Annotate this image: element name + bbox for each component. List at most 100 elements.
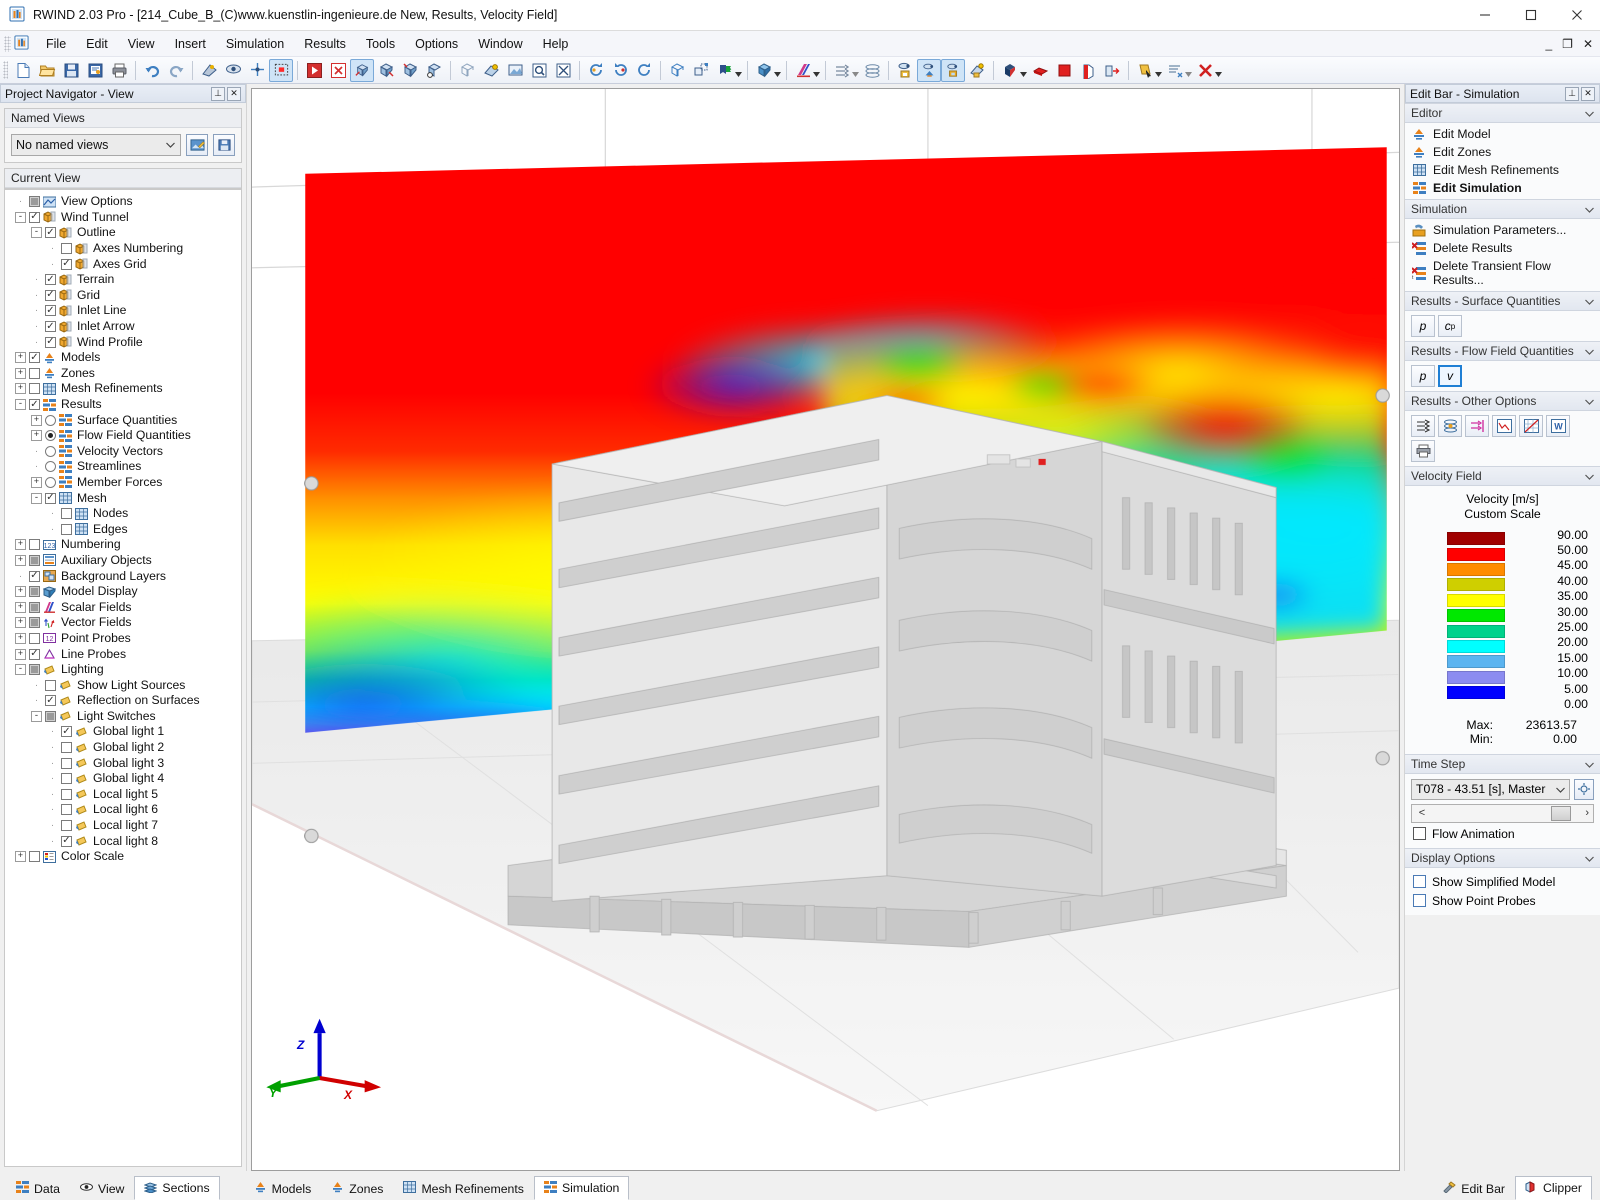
tree-checkbox[interactable]	[61, 788, 72, 800]
slider-thumb[interactable]	[1551, 805, 1571, 821]
tab-view[interactable]: View	[70, 1176, 134, 1200]
time-step-section-header[interactable]: Time Step	[1405, 753, 1600, 774]
tree-checkbox[interactable]	[29, 367, 40, 379]
tree-expander[interactable]: +	[15, 648, 26, 660]
close-icon[interactable]: ✕	[1581, 86, 1595, 101]
tree-item-mesh-refinements[interactable]: + Mesh Refinements	[11, 381, 239, 397]
flow-arrows-icon[interactable]	[1411, 415, 1435, 437]
tree-expander[interactable]: +	[15, 617, 26, 629]
tree-item-wind-tunnel[interactable]: - Wind Tunnel	[11, 210, 239, 226]
tree-item-grid[interactable]: · Grid	[11, 288, 239, 304]
tree-checkbox[interactable]	[45, 227, 56, 239]
tree-expander[interactable]: +	[31, 430, 42, 442]
edit-model-item[interactable]: Edit Model	[1405, 125, 1600, 143]
tree-checkbox[interactable]	[61, 243, 72, 255]
clip-cube-dropdown-caret[interactable]	[1019, 59, 1027, 82]
surface-cp-button[interactable]: cp	[1438, 315, 1462, 337]
chevron-down-icon[interactable]	[1585, 469, 1594, 483]
mdi-minimize-button[interactable]: _	[1545, 38, 1552, 50]
tab-mesh-refinements[interactable]: Mesh Refinements	[393, 1176, 534, 1200]
model-result-icon[interactable]	[917, 58, 941, 82]
tree-item-results[interactable]: - Results	[11, 397, 239, 413]
tree-item-axes-numbering[interactable]: · Axes Numbering	[11, 241, 239, 257]
window-maximize-button[interactable]	[1508, 0, 1554, 31]
time-step-settings-button[interactable]	[1574, 778, 1594, 800]
tree-radio[interactable]	[45, 430, 56, 442]
tree-item-view-options[interactable]: · View Options	[11, 194, 239, 210]
tree-expander[interactable]: +	[15, 851, 26, 863]
save-icon[interactable]	[59, 59, 83, 82]
tree-checkbox[interactable]	[29, 664, 40, 676]
tree-item-inlet-arrow[interactable]: · Inlet Arrow	[11, 319, 239, 335]
move-object-icon[interactable]	[689, 59, 713, 82]
tree-item-velocity-vectors[interactable]: · Velocity Vectors	[11, 444, 239, 460]
tree-item-global-light-3[interactable]: · Global light 3	[11, 755, 239, 771]
shaded-render-icon[interactable]	[479, 59, 503, 82]
tree-item-point-probes[interactable]: +12 Point Probes	[11, 631, 239, 647]
tree-radio[interactable]	[45, 445, 56, 457]
tree-checkbox[interactable]	[29, 648, 40, 660]
tree-radio[interactable]	[45, 414, 56, 426]
tree-checkbox[interactable]	[29, 617, 40, 629]
tree-checkbox[interactable]	[61, 742, 72, 754]
chevron-down-icon[interactable]	[1585, 344, 1594, 358]
flow-animation-row[interactable]: Flow Animation	[1411, 823, 1594, 842]
menu-grip-handle[interactable]	[4, 35, 11, 52]
view-cube-1-icon[interactable]	[350, 58, 374, 82]
window-minimize-button[interactable]	[1462, 0, 1508, 31]
tree-checkbox[interactable]	[45, 336, 56, 348]
zoom-window-icon[interactable]	[527, 59, 551, 82]
chevron-down-icon[interactable]	[1585, 851, 1594, 865]
tab-clipper[interactable]: Clipper	[1515, 1176, 1592, 1200]
surface-pressure-button[interactable]: p	[1411, 315, 1435, 337]
pin-icon[interactable]: ⊥	[1565, 86, 1579, 101]
tree-checkbox[interactable]	[29, 570, 40, 582]
tab-data[interactable]: Data	[6, 1176, 70, 1200]
cfd-3d-viewport[interactable]: Z X Y	[251, 88, 1400, 1171]
clip-plane-horizontal-icon[interactable]	[1028, 59, 1052, 82]
velocity-field-section-header[interactable]: Velocity Field	[1405, 466, 1600, 486]
close-icon[interactable]: ✕	[227, 86, 241, 101]
clip-plane-move-icon[interactable]	[1100, 59, 1124, 82]
show-simplified-model-checkbox[interactable]	[1413, 875, 1426, 889]
flow-arrows-dropdown-caret[interactable]	[851, 59, 859, 82]
flow-pressure-button[interactable]: p	[1411, 365, 1435, 387]
render-mode-icon[interactable]	[197, 59, 221, 82]
other-options-section-header[interactable]: Results - Other Options	[1405, 391, 1600, 411]
tree-expander[interactable]: +	[15, 586, 26, 598]
view-options-treeview[interactable]: · View Options - Wind Tunnel - Outline · Axes N…	[4, 189, 242, 1167]
tree-expander[interactable]: +	[15, 352, 26, 364]
tree-item-show-light-sources[interactable]: · Show Light Sources	[11, 677, 239, 693]
tree-item-color-scale[interactable]: + Color Scale	[11, 849, 239, 865]
view-cube-2-icon[interactable]	[374, 59, 398, 82]
undo-icon[interactable]	[140, 59, 164, 82]
tree-checkbox[interactable]	[29, 601, 40, 613]
tree-checkbox[interactable]	[45, 710, 56, 722]
tree-checkbox[interactable]	[61, 258, 72, 270]
menu-item-edit[interactable]: Edit	[76, 34, 118, 54]
tree-checkbox[interactable]	[29, 196, 40, 208]
tree-checkbox[interactable]	[29, 352, 40, 364]
diagram-icon[interactable]	[1519, 415, 1543, 437]
surface-result-icon[interactable]	[893, 59, 917, 82]
hide-all-icon[interactable]	[326, 59, 350, 82]
tree-checkbox[interactable]	[45, 695, 56, 707]
delete-transient-flow-results-item[interactable]: t Delete Transient Flow Results...	[1405, 257, 1600, 289]
tree-checkbox[interactable]	[61, 508, 72, 520]
menu-item-window[interactable]: Window	[468, 34, 532, 54]
tree-item-local-light-5[interactable]: · Local light 5	[11, 787, 239, 803]
named-views-select[interactable]: No named views	[11, 134, 181, 156]
tree-checkbox[interactable]	[29, 399, 40, 411]
tree-item-reflection-on-surfaces[interactable]: · Reflection on Surfaces	[11, 693, 239, 709]
tree-checkbox[interactable]	[61, 804, 72, 816]
printer-icon[interactable]	[1411, 440, 1435, 462]
rotate-cw-icon[interactable]	[632, 59, 656, 82]
tree-checkbox[interactable]	[45, 289, 56, 301]
layers-icon[interactable]	[1438, 415, 1462, 437]
tree-item-numbering[interactable]: +123 Numbering	[11, 537, 239, 553]
tree-item-inlet-line[interactable]: · Inlet Line	[11, 303, 239, 319]
tree-expander[interactable]: +	[31, 414, 42, 426]
time-step-prev-button[interactable]: <	[1412, 807, 1432, 819]
select-plane-dropdown-caret[interactable]	[1154, 59, 1162, 82]
tree-checkbox[interactable]	[61, 757, 72, 769]
